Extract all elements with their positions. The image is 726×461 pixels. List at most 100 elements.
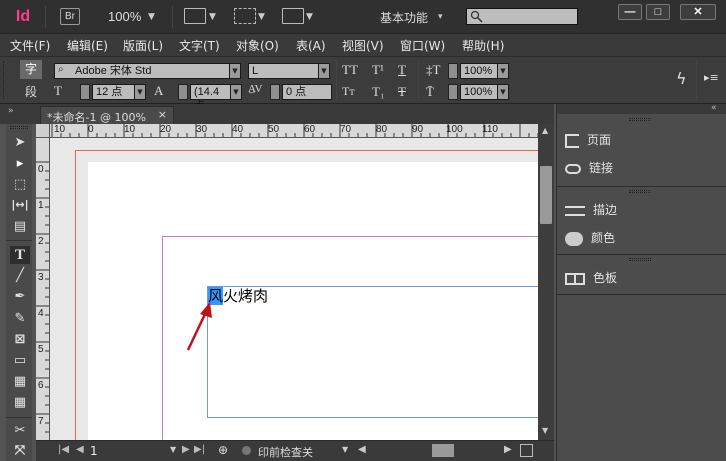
panel-stroke[interactable]: 描边: [565, 198, 715, 222]
leading-field[interactable]: (14.4 点: [190, 84, 232, 112]
bridge-button[interactable]: Br: [60, 8, 80, 25]
character-mode-button[interactable]: 字: [20, 60, 42, 79]
horizontal-scale-field[interactable]: 100%: [460, 84, 498, 100]
tracking-stepper[interactable]: [270, 84, 280, 100]
menu-table[interactable]: 表(A): [296, 37, 326, 54]
menu-help[interactable]: 帮助(H): [462, 37, 504, 54]
font-family-dropdown[interactable]: ▼: [229, 63, 241, 79]
underline-icon[interactable]: T: [398, 62, 406, 78]
page-dropdown-icon[interactable]: ▼: [170, 445, 176, 454]
font-size-dropdown[interactable]: ▼: [134, 84, 146, 100]
vertical-scale-stepper[interactable]: [448, 63, 458, 79]
panel-group-grip[interactable]: [629, 258, 651, 261]
menu-layout[interactable]: 版面(L): [123, 37, 163, 54]
font-style-dropdown[interactable]: ▼: [318, 63, 330, 79]
font-size-field[interactable]: 12 点: [92, 84, 136, 100]
leading-stepper[interactable]: [178, 84, 188, 100]
menu-view[interactable]: 视图(V): [342, 37, 384, 54]
font-style-field[interactable]: L: [248, 63, 320, 79]
screen-mode-icon[interactable]: [234, 8, 256, 24]
vertical-scale-field[interactable]: 100%: [460, 63, 498, 79]
menu-type[interactable]: 文字(T): [179, 37, 220, 54]
vertical-scale-dropdown[interactable]: ▼: [497, 63, 509, 79]
panel-swatches[interactable]: 色板: [565, 266, 715, 290]
horizontal-ruler[interactable]: 10 0 10 20 30 40 50 60 70 80 90 100 110: [36, 124, 540, 138]
screen-mode-dropdown-icon[interactable]: ▼: [258, 12, 265, 22]
strikethrough-icon[interactable]: T: [398, 84, 406, 100]
pasteboard[interactable]: 风火烤肉: [50, 138, 538, 440]
frame-text-rest[interactable]: 火烤肉: [223, 287, 268, 305]
table-tool-icon[interactable]: ▦: [10, 373, 30, 391]
split-view-icon[interactable]: [520, 444, 533, 457]
zoom-level[interactable]: 100%: [108, 9, 141, 24]
type-tool-icon[interactable]: T: [10, 246, 30, 264]
arrange-dropdown-icon[interactable]: ▼: [306, 12, 313, 22]
document-tab-close-icon[interactable]: ×: [158, 108, 167, 121]
view-options-dropdown-icon[interactable]: ▼: [209, 12, 216, 22]
last-page-icon[interactable]: ▶|: [194, 444, 205, 455]
pen-tool-icon[interactable]: ✒: [10, 288, 30, 306]
line-tool-icon[interactable]: ╱: [10, 267, 30, 285]
panel-links[interactable]: 链接: [565, 156, 715, 180]
preflight-dropdown-icon[interactable]: ▼: [342, 445, 348, 454]
document-tab[interactable]: *未命名-1 @ 100% ×: [40, 106, 174, 124]
all-caps-icon[interactable]: TT: [342, 62, 358, 78]
arrange-documents-icon[interactable]: [282, 8, 304, 24]
scissors-tool-icon[interactable]: ✂: [10, 422, 30, 440]
paragraph-mode-button[interactable]: 段: [20, 83, 42, 102]
menu-object[interactable]: 对象(O): [236, 37, 279, 54]
panel-group-grip[interactable]: [629, 190, 651, 193]
horizontal-scale-stepper[interactable]: [448, 84, 458, 100]
gap-tool-icon[interactable]: |↔|: [10, 196, 30, 214]
vertical-ruler[interactable]: 0 1 2 3 4 5 6 7: [36, 138, 50, 440]
previous-page-icon[interactable]: ◀: [76, 444, 84, 455]
vertical-scrollbar[interactable]: ▲ ▼: [538, 124, 554, 440]
font-size-stepper[interactable]: [80, 84, 90, 100]
subscript-icon[interactable]: T₁: [372, 84, 384, 100]
tracking-field[interactable]: 0 点: [282, 84, 332, 100]
selection-tool-icon[interactable]: ➤: [10, 134, 30, 152]
font-family-field[interactable]: Adobe 宋体 Std: [54, 63, 230, 79]
panel-group-grip[interactable]: [629, 118, 651, 121]
view-options-icon[interactable]: [184, 8, 206, 24]
scroll-up-icon[interactable]: ▲: [542, 126, 548, 135]
menu-window[interactable]: 窗口(W): [400, 37, 445, 54]
rectangle-frame-tool-icon[interactable]: ⊠: [10, 331, 30, 349]
workspace-dropdown-icon[interactable]: ▾: [438, 12, 443, 22]
vertical-scroll-thumb[interactable]: [540, 166, 552, 224]
direct-selection-tool-icon[interactable]: ▸: [10, 155, 30, 173]
collapse-toolbar-icon[interactable]: »: [8, 106, 14, 116]
close-button[interactable]: ✕: [680, 4, 716, 20]
next-page-icon[interactable]: ▶: [182, 444, 190, 455]
expand-dock-icon[interactable]: «: [711, 103, 717, 113]
search-input[interactable]: [466, 8, 578, 25]
scroll-right-icon[interactable]: ▶: [504, 444, 512, 455]
horizontal-scale-dropdown[interactable]: ▼: [497, 84, 509, 100]
horizontal-scroll-thumb[interactable]: [432, 444, 454, 457]
page-tool-icon[interactable]: ⬚: [10, 176, 30, 194]
first-page-icon[interactable]: |◀: [58, 444, 69, 455]
small-caps-icon[interactable]: Tт: [342, 84, 355, 99]
workspace-switcher[interactable]: 基本功能: [380, 9, 428, 26]
zoom-dropdown-icon[interactable]: ▼: [148, 12, 155, 22]
preflight-profile-icon[interactable]: ⊕: [218, 443, 228, 457]
pencil-tool-icon[interactable]: ✎: [10, 310, 30, 328]
panel-color[interactable]: 颜色: [565, 226, 715, 250]
menu-edit[interactable]: 编辑(E): [67, 37, 108, 54]
scroll-left-icon[interactable]: ◀: [358, 444, 366, 455]
ruler-origin[interactable]: [36, 124, 50, 138]
panel-menu-icon[interactable]: ▸≡: [704, 71, 719, 84]
free-transform-tool-icon[interactable]: ⤧: [10, 442, 30, 460]
maximize-button[interactable]: □: [646, 4, 670, 20]
menu-file[interactable]: 文件(F): [10, 37, 50, 54]
minimize-button[interactable]: —: [618, 4, 642, 20]
page-number[interactable]: 1: [90, 444, 98, 458]
superscript-icon[interactable]: T¹: [372, 62, 384, 78]
preflight-status[interactable]: 印前检查关: [258, 444, 313, 460]
content-collector-icon[interactable]: ▤: [10, 218, 30, 236]
scroll-down-icon[interactable]: ▼: [542, 426, 548, 435]
leading-dropdown[interactable]: ▼: [230, 84, 242, 100]
panel-pages[interactable]: 页面: [565, 128, 715, 152]
quick-apply-icon[interactable]: ϟ: [676, 69, 687, 88]
text-frame[interactable]: 风火烤肉: [207, 286, 538, 418]
